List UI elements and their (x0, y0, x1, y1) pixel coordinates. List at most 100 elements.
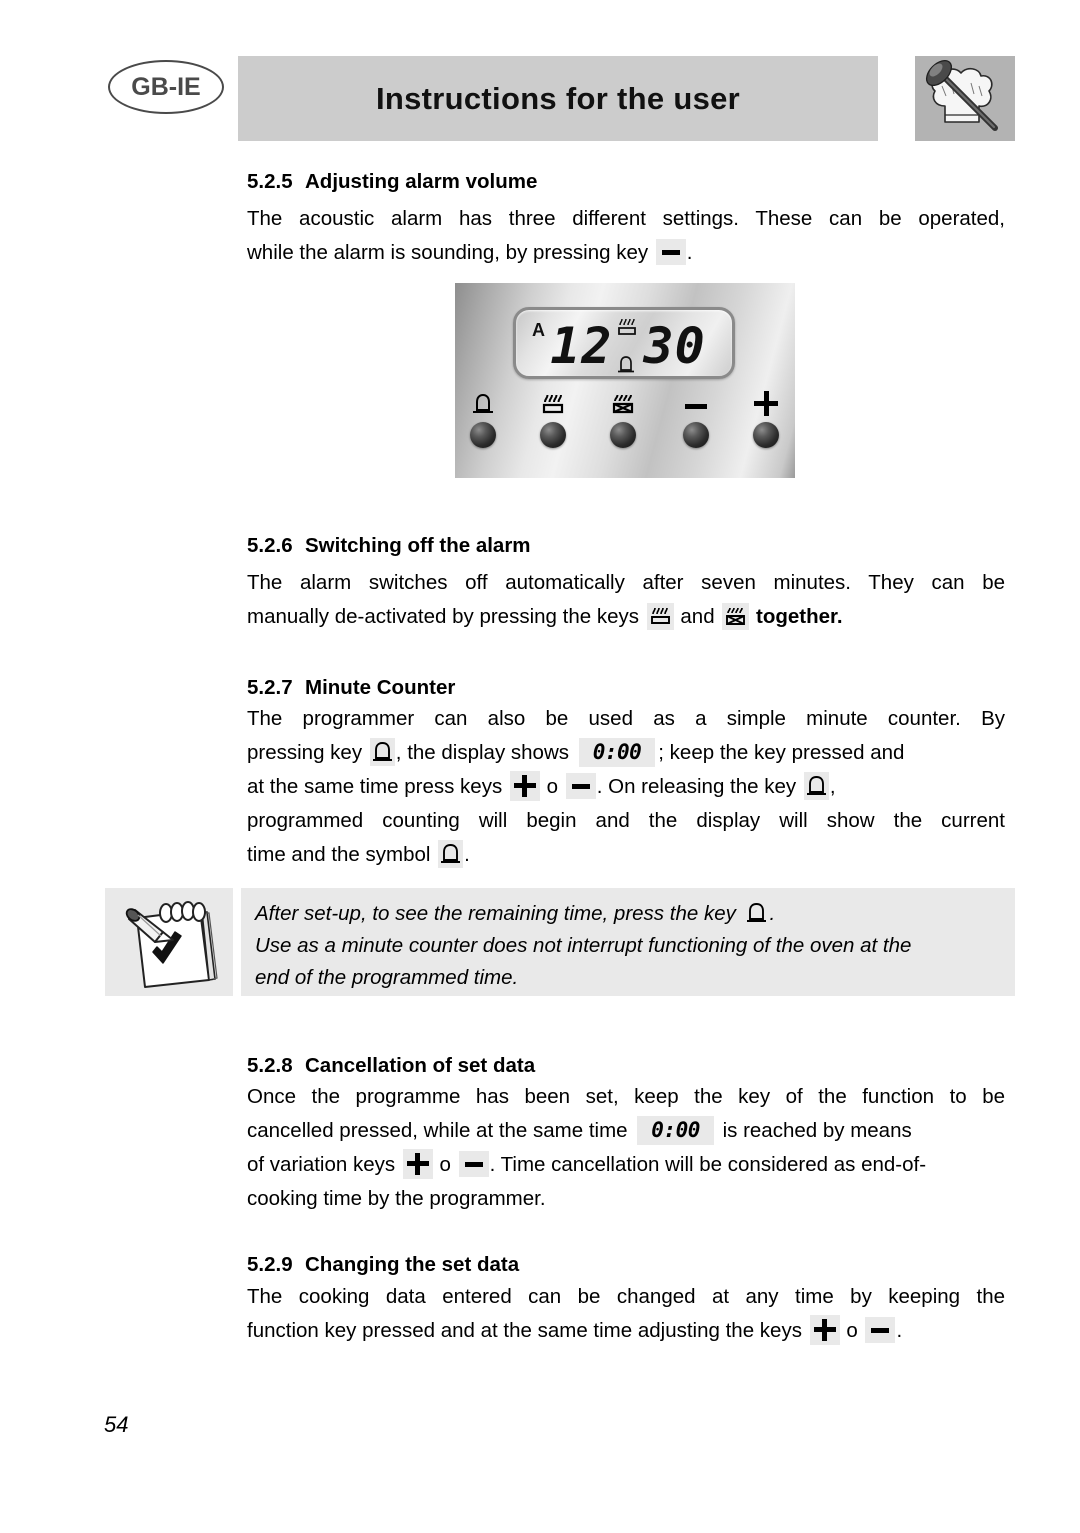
bell-key-icon (744, 899, 769, 927)
heating-element-key-icon (646, 602, 674, 630)
note-line: After set-up, to see the remaining time,… (255, 898, 1001, 930)
display-zero-chip: 0:00 (578, 737, 656, 767)
section-body-5-2-6: The alarm switches off automatically aft… (247, 566, 1005, 634)
bell-key-icon (803, 772, 829, 801)
note-line: end of the programmed time. (255, 966, 519, 989)
section-number-5-2-5: 5.2.5 (247, 170, 293, 193)
cooking-time-button[interactable] (527, 391, 579, 448)
text-fragment: o (546, 775, 559, 798)
note-callout: After set-up, to see the remaining time,… (105, 888, 1015, 996)
text-fragment: , the display shows (395, 741, 569, 764)
text-line-with-keys: at the same time press keys o . On relea… (247, 770, 1005, 804)
minus-icon (670, 391, 722, 417)
minus-button[interactable] (670, 391, 722, 448)
text-fragment: . (464, 843, 470, 866)
chef-hat-spoon-icon (915, 56, 1015, 141)
plus-key-icon (402, 1148, 433, 1179)
text-fragment: while the alarm is sounding, by pressing… (247, 241, 649, 264)
bell-key-icon (369, 738, 395, 767)
section-body-5-2-8: Once the programme has been set, keep th… (247, 1080, 1005, 1216)
header-title-bar: Instructions for the user (238, 56, 878, 141)
section-body-5-2-5: The acoustic alarm has three different s… (247, 202, 1005, 270)
section-body-5-2-9: The cooking data entered can be changed … (247, 1280, 1005, 1348)
note-line: Use as a minute counter does not interru… (255, 934, 912, 957)
language-badge-label: GB-IE (131, 72, 201, 101)
oven-programmer-panel-image: A 12 30 (455, 283, 795, 478)
page-header: GB-IE Instructions for the user (0, 0, 1080, 150)
minus-button-knob[interactable] (683, 422, 709, 448)
minus-key-icon (655, 238, 686, 265)
text-line-with-keys: function key pressed and at the same tim… (247, 1314, 1005, 1348)
text-fragment: of variation keys (247, 1153, 396, 1176)
text-line: programmed counting will begin and the d… (247, 809, 1005, 832)
section-title-5-2-9: Changing the set data (305, 1253, 520, 1276)
text-fragment: . (896, 1319, 903, 1342)
section-title-5-2-6: Switching off the alarm (305, 534, 531, 557)
heating-element-crossed-icon (597, 391, 649, 417)
text-line: Once the programme has been set, keep th… (247, 1085, 1005, 1108)
section-title-5-2-5: Adjusting alarm volume (305, 170, 538, 193)
section-heading-5-2-9: 5.2.9 Changing the set data (247, 1253, 519, 1277)
text-line-with-key: time and the symbol . (247, 838, 1005, 872)
text-fragment: is reached by means (722, 1119, 912, 1142)
plus-icon (740, 391, 792, 417)
notepad-pencil-check-icon (105, 888, 233, 996)
heating-element-crossed-key-icon (722, 602, 750, 630)
text-line-with-keys: manually de-activated by pressing the ke… (247, 600, 1005, 634)
section-body-5-2-7: The programmer can also be used as a sim… (247, 702, 1005, 872)
text-fragment: o (439, 1153, 451, 1176)
bell-icon (457, 391, 509, 417)
text-fragment: time and the symbol (247, 843, 431, 866)
text-line: The programmer can also be used as a sim… (247, 707, 1005, 730)
section-number-5-2-8: 5.2.8 (247, 1054, 293, 1077)
text-fragment: After set-up, to see the remaining time,… (255, 902, 736, 925)
section-heading-5-2-5: 5.2.5 Adjusting alarm volume (247, 170, 537, 194)
section-heading-5-2-7: 5.2.7 Minute Counter (247, 676, 455, 700)
page-title: Instructions for the user (375, 80, 741, 116)
text-line: cooking time by the programmer. (247, 1187, 546, 1210)
text-fragment: manually de-activated by pressing the ke… (247, 605, 639, 628)
text-line: The alarm switches off automatically aft… (247, 571, 1005, 594)
plus-button[interactable] (740, 391, 792, 448)
text-fragment: function key pressed and at the same tim… (247, 1319, 802, 1342)
text-fragment: together. (756, 605, 843, 628)
text-fragment: o (846, 1319, 858, 1342)
text-line-with-keys: of variation keys o . Time cancellation … (247, 1148, 1005, 1182)
section-heading-5-2-8: 5.2.8 Cancellation of set data (247, 1054, 535, 1078)
lcd-bell-icon (617, 354, 635, 375)
bell-button[interactable] (457, 391, 509, 448)
text-fragment: at the same time press keys (247, 775, 503, 798)
text-line: The acoustic alarm has three different s… (247, 207, 1005, 230)
panel-button-row (455, 391, 795, 461)
plus-key-icon (509, 770, 540, 801)
text-fragment: . (769, 902, 776, 925)
page-number: 54 (104, 1412, 129, 1437)
text-fragment: . On releasing the key (596, 775, 797, 798)
bell-button-knob[interactable] (470, 422, 496, 448)
text-line: The cooking data entered can be changed … (247, 1285, 1005, 1308)
text-line-with-keys: pressing key , the display shows 0:00; k… (247, 736, 1005, 770)
text-fragment: pressing key (247, 741, 363, 764)
section-number-5-2-6: 5.2.6 (247, 534, 293, 557)
minus-key-icon (458, 1150, 489, 1177)
text-fragment: cancelled pressed, while at the same tim… (247, 1119, 628, 1142)
lcd-display: A 12 30 (513, 307, 735, 379)
section-heading-5-2-6: 5.2.6 Switching off the alarm (247, 534, 531, 558)
cooking-time-button-knob[interactable] (540, 422, 566, 448)
lcd-auto-indicator: A (532, 320, 545, 340)
text-line-with-display: cancelled pressed, while at the same tim… (247, 1114, 1005, 1148)
plus-button-knob[interactable] (753, 422, 779, 448)
text-fragment: , (829, 775, 836, 798)
display-zero-chip: 0:00 (637, 1115, 714, 1145)
end-of-cooking-button[interactable] (597, 391, 649, 448)
bell-key-icon (438, 840, 464, 869)
text-fragment: and (680, 605, 715, 628)
plus-key-icon (809, 1314, 840, 1345)
lcd-heating-element-icon (616, 316, 638, 336)
minus-key-icon (865, 1316, 896, 1343)
text-line-with-key: while the alarm is sounding, by pressing… (247, 236, 1005, 270)
text-fragment: . Time cancellation will be considered a… (489, 1153, 927, 1176)
end-of-cooking-button-knob[interactable] (610, 422, 636, 448)
language-badge: GB-IE (108, 60, 224, 114)
section-title-5-2-7: Minute Counter (305, 676, 456, 699)
